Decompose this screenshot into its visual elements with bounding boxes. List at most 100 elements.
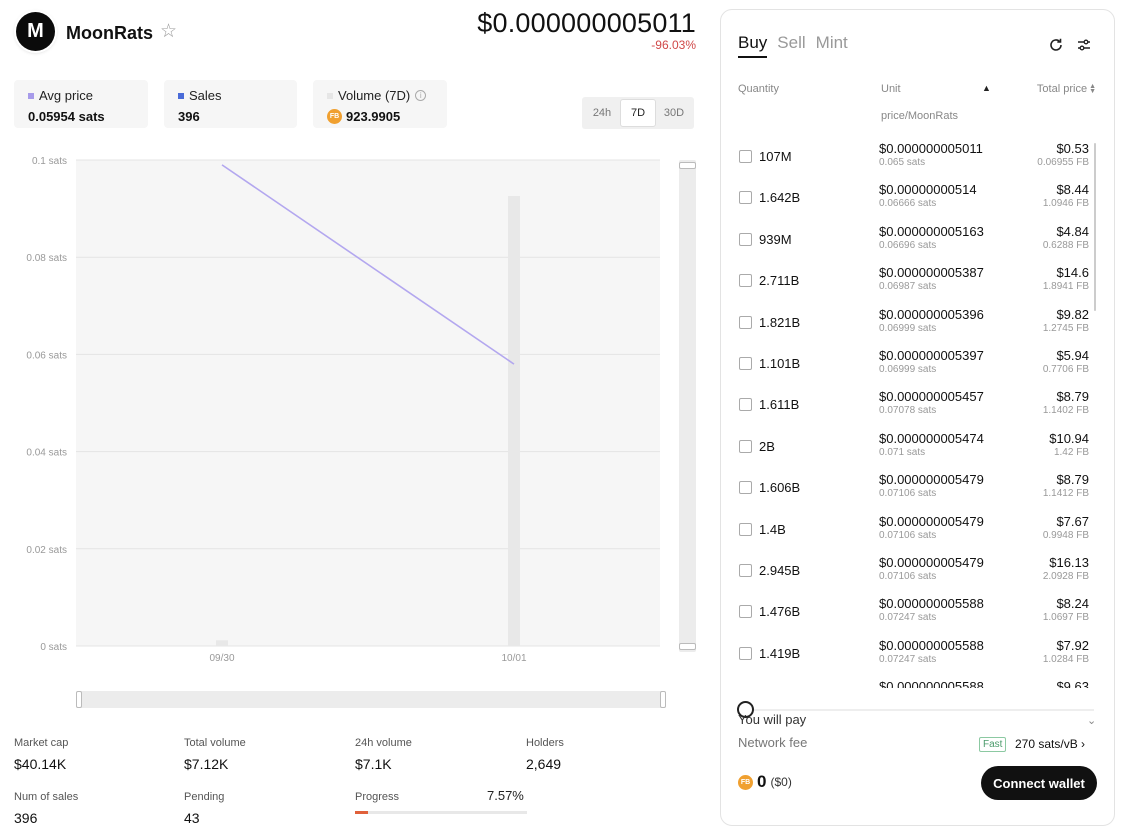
- listing-checkbox[interactable]: [739, 398, 752, 412]
- fee-value-text: 270 sats/vB: [1015, 737, 1078, 751]
- total-volume-value: $7.12K: [184, 756, 229, 772]
- info-icon[interactable]: i: [415, 90, 427, 101]
- connect-wallet-button[interactable]: Connect wallet: [981, 766, 1097, 800]
- avg-price-label: Avg price: [39, 88, 93, 103]
- listing-row[interactable]: 1.611B $0.000000005457 0.07078 sats $8.79 1.…: [721, 386, 1097, 427]
- listing-total-usd: $7.92: [1056, 637, 1089, 653]
- listing-checkbox[interactable]: [739, 357, 752, 370]
- volume-legend-icon: [327, 92, 333, 99]
- listing-unit-price-sats: 0.06987 sats: [879, 281, 937, 293]
- listing-row[interactable]: 1.476B $0.000000005588 0.07247 sats $8.24 1.…: [721, 593, 1097, 634]
- listing-checkbox[interactable]: [739, 191, 752, 205]
- refresh-icon[interactable]: [1048, 37, 1064, 53]
- star-icon[interactable]: ☆: [160, 22, 177, 41]
- chart-horizontal-zoom[interactable]: [76, 691, 666, 708]
- listing-quantity: 1.606B: [759, 480, 801, 496]
- range-24h-button[interactable]: 24h: [584, 99, 620, 127]
- listing-checkbox[interactable]: [739, 150, 752, 163]
- volume-24h-value: $7.1K: [355, 756, 392, 772]
- col-quantity: Quantity: [738, 83, 779, 95]
- listing-unit-price-usd: $0.000000005474: [879, 430, 984, 446]
- listing-total-fb: 0.06955 FB: [1037, 157, 1089, 168]
- range-7d-button[interactable]: 7D: [620, 99, 656, 127]
- listing-checkbox[interactable]: [739, 522, 752, 536]
- horizontal-zoom-left-handle[interactable]: [76, 691, 82, 708]
- time-range-selector: 24h 7D 30D: [582, 97, 694, 129]
- listing-total-fb: 2.0928 FB: [1042, 571, 1089, 582]
- trade-tabs: Buy Sell Mint: [738, 33, 848, 58]
- listing-total-usd: $4.84: [1056, 223, 1089, 239]
- y-tick-label: 0.06 sats: [26, 350, 67, 361]
- y-tick-label: 0.04 sats: [26, 448, 67, 459]
- listing-row[interactable]: 2.711B $0.000000005387 0.06987 sats $14.6 1.…: [721, 262, 1097, 303]
- listing-unit-price-usd: $0.000000005457: [879, 389, 984, 405]
- listing-row[interactable]: 1.101B $0.000000005397 0.06999 sats $5.94 0.…: [721, 345, 1097, 386]
- listing-row[interactable]: 1.821B $0.000000005396 0.06999 sats $9.82 1.…: [721, 304, 1097, 345]
- tab-sell[interactable]: Sell: [777, 33, 805, 58]
- tab-buy[interactable]: Buy: [738, 33, 768, 58]
- volume-value: 923.9905: [346, 109, 401, 124]
- volume-24h-metric: 24h volume $7.1K: [355, 737, 412, 772]
- token-price: $0.000000005011: [477, 8, 696, 38]
- listing-row[interactable]: $0.000000005588 $9.63: [721, 676, 1097, 688]
- list-scrollbar[interactable]: [1094, 143, 1096, 311]
- chart-plot-area: [76, 160, 660, 646]
- listing-checkbox[interactable]: [739, 274, 752, 288]
- listing-row[interactable]: 2.945B $0.000000005479 0.07106 sats $16.13 2…: [721, 552, 1097, 593]
- sort-arrows-icon[interactable]: ▲ ▼: [1089, 83, 1096, 95]
- token-logo: M: [16, 12, 55, 51]
- col-total[interactable]: Total price ▲ ▼: [1037, 83, 1096, 95]
- listing-quantity: 1.821B: [759, 314, 801, 330]
- horizontal-zoom-right-handle[interactable]: [660, 691, 666, 708]
- avg-price-card: Avg price 0.05954 sats: [14, 80, 148, 128]
- listing-checkbox[interactable]: [739, 564, 752, 577]
- col-unit[interactable]: Unit: [881, 83, 901, 95]
- pending-label: Pending: [184, 791, 225, 803]
- listing-unit-price-sats: 0.07247 sats: [879, 612, 937, 624]
- listing-row[interactable]: 1.4B $0.000000005479 0.07106 sats $7.67 0.99…: [721, 511, 1097, 552]
- fee-value[interactable]: 270 sats/vB ›: [1015, 737, 1085, 751]
- holders-metric: Holders 2,649: [526, 737, 564, 772]
- chart-vertical-zoom[interactable]: [679, 160, 696, 652]
- listing-unit-price-usd: $0.000000005479: [879, 555, 984, 570]
- listing-row[interactable]: 107M $0.000000005011 0.065 sats $0.53 0.0695…: [721, 138, 1097, 179]
- range-30d-button[interactable]: 30D: [656, 99, 692, 127]
- listing-row[interactable]: 939M $0.000000005163 0.06696 sats $4.84 0.62…: [721, 221, 1097, 262]
- listing-checkbox[interactable]: [739, 481, 752, 495]
- listing-quantity: 1.101B: [759, 356, 801, 371]
- listing-row[interactable]: 1.642B $0.00000000514 0.06666 sats $8.44 1.0…: [721, 179, 1097, 220]
- x-tick-label: 09/30: [209, 653, 234, 664]
- listing-total-fb: 1.0946 FB: [1042, 198, 1089, 210]
- listing-total-usd: $9.82: [1056, 306, 1089, 322]
- listing-checkbox[interactable]: [739, 232, 752, 246]
- fb-coin-icon: FB: [327, 109, 342, 124]
- tab-mint[interactable]: Mint: [816, 33, 848, 58]
- unit-sort-icon[interactable]: ▲: [982, 83, 991, 93]
- listing-checkbox[interactable]: [739, 439, 752, 453]
- listing-unit-price-sats: 0.06696 sats: [879, 239, 937, 251]
- vertical-zoom-bottom-handle[interactable]: [679, 643, 696, 650]
- sales-value: 396: [178, 109, 200, 124]
- progress-percent: 7.57%: [487, 788, 524, 803]
- listing-total-fb: 0.9948 FB: [1042, 529, 1089, 541]
- num-sales-metric: Num of sales 396: [14, 791, 78, 826]
- listing-checkbox[interactable]: [739, 605, 752, 619]
- listing-unit-price-usd: $0.000000005588: [879, 637, 984, 653]
- listing-checkbox[interactable]: [739, 646, 752, 660]
- listing-quantity: 107M: [759, 149, 792, 164]
- chevron-down-icon[interactable]: ⌄: [1087, 714, 1096, 727]
- filter-icon[interactable]: [1077, 38, 1091, 52]
- chevron-right-icon: ›: [1081, 737, 1086, 751]
- vertical-zoom-top-handle[interactable]: [679, 162, 696, 169]
- listing-total-usd: $8.79: [1056, 389, 1089, 405]
- listing-list: 107M $0.000000005011 0.065 sats $0.53 0.0695…: [721, 138, 1097, 688]
- market-cap-value: $40.14K: [14, 756, 67, 772]
- fee-speed-badge[interactable]: Fast: [979, 737, 1007, 752]
- listing-total-usd: $0.53: [1056, 141, 1089, 156]
- listing-row[interactable]: 1.606B $0.000000005479 0.07106 sats $8.79 1.…: [721, 469, 1097, 510]
- listing-checkbox[interactable]: [739, 315, 752, 329]
- pending-metric: Pending 43: [184, 791, 224, 826]
- listing-row[interactable]: 2B $0.000000005474 0.071 sats $10.94 1.42 FB: [721, 428, 1097, 469]
- progress-label: Progress: [355, 791, 400, 803]
- listing-row[interactable]: 1.419B $0.000000005588 0.07247 sats $7.92 1.…: [721, 635, 1097, 676]
